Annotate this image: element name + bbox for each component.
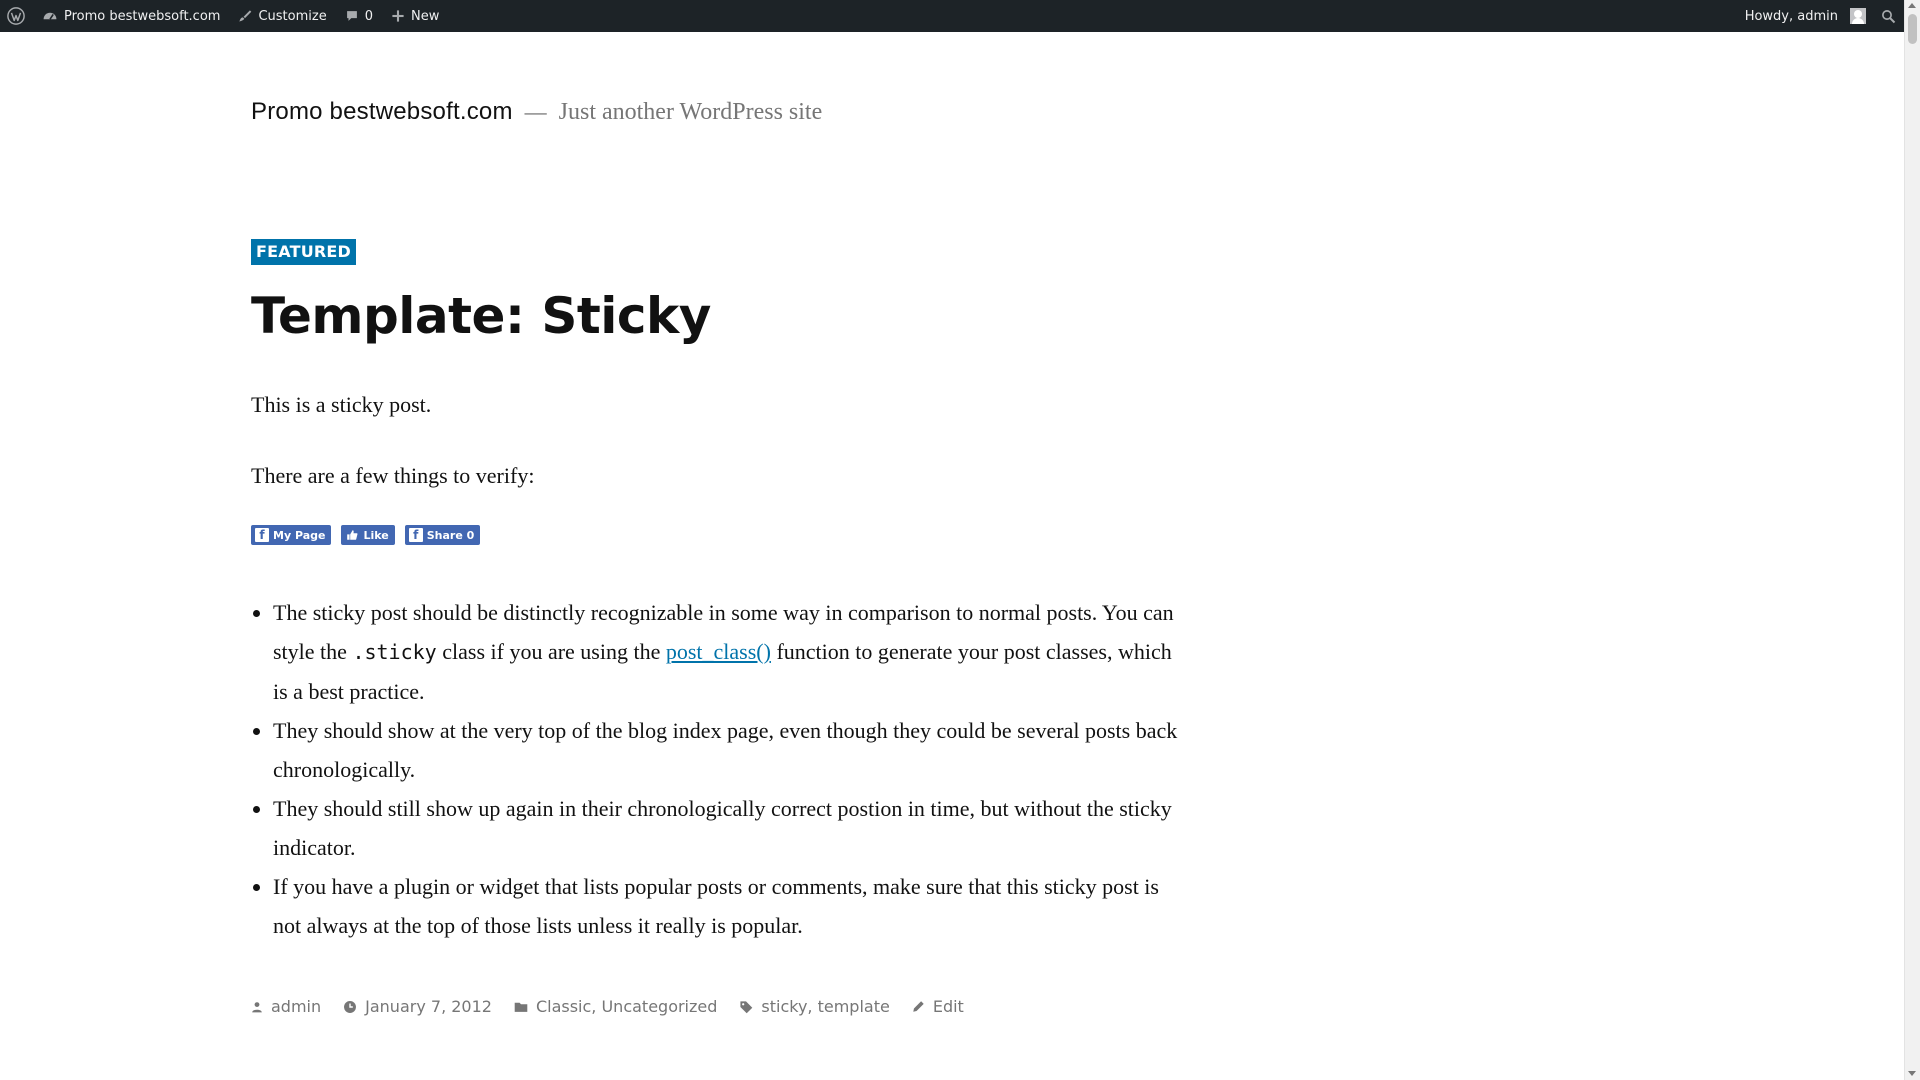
post-article: FEATURED Template: Sticky This is a stic… [251, 239, 1181, 1016]
tag-icon [740, 1000, 753, 1013]
admin-bar-left: Promo bestwebsoft.com Customize 0 New [0, 0, 448, 32]
admin-bar-right: Howdy, admin [1736, 0, 1920, 32]
like-label: Like [363, 528, 389, 542]
new-label: New [410, 8, 440, 24]
brush-icon [239, 10, 252, 22]
comments-count: 0 [364, 8, 373, 24]
facebook-icon: f [408, 528, 423, 542]
clock-icon [344, 1000, 357, 1013]
sticky-code: .sticky [352, 640, 437, 664]
new-content-link[interactable]: New [382, 0, 448, 32]
facebook-my-page-button[interactable]: f My Page [251, 525, 332, 545]
facebook-like-button[interactable]: Like [341, 525, 395, 545]
site-name-label: Promo bestwebsoft.com [64, 8, 221, 24]
my-page-label: My Page [273, 528, 326, 542]
featured-badge: FEATURED [251, 239, 357, 265]
site-name-link[interactable]: Promo bestwebsoft.com [33, 0, 229, 32]
facebook-share-button[interactable]: f Share 0 [404, 525, 481, 545]
customize-label: Customize [258, 8, 327, 24]
customize-link[interactable]: Customize [229, 0, 335, 32]
plus-icon [392, 10, 404, 22]
avatar [1850, 8, 1866, 24]
pencil-icon [913, 1001, 924, 1012]
facebook-share-buttons: f My Page Like f Share 0 [251, 525, 1181, 545]
facebook-icon: f [255, 528, 269, 542]
person-icon [252, 1001, 262, 1012]
share-label: Share 0 [426, 528, 475, 542]
list-item: They should still show up again in their… [273, 789, 1181, 867]
site-title-link[interactable]: Promo bestwebsoft.com [251, 98, 513, 126]
dashboard-icon [43, 12, 57, 20]
post-edit: Edit [912, 997, 964, 1016]
comments-link[interactable]: 0 [336, 0, 382, 32]
list-item: The sticky post should be distinctly rec… [273, 593, 1181, 711]
tags-link[interactable]: sticky, template [761, 997, 889, 1016]
entry-footer: admin January 7, 2012 Classic, Uncategor… [251, 997, 1181, 1016]
site-title-separator: — [524, 99, 547, 124]
site-description: Just another WordPress site [558, 99, 823, 125]
page-scrollbar[interactable] [1904, 0, 1920, 1080]
post-title: Template: Sticky [251, 287, 711, 345]
comment-icon [346, 11, 357, 21]
post-paragraph: This is a sticky post. [251, 392, 432, 417]
post-tags: sticky, template [739, 997, 890, 1016]
post-categories: Classic, Uncategorized [514, 997, 717, 1016]
author-link[interactable]: admin [271, 997, 321, 1016]
folder-icon [514, 1002, 528, 1012]
site-header: Promo bestwebsoft.com — Just another Wor… [251, 98, 822, 126]
wordpress-menu[interactable] [0, 0, 33, 32]
my-account-link[interactable]: Howdy, admin [1736, 0, 1872, 32]
post-bullet-list: The sticky post should be distinctly rec… [251, 593, 1181, 945]
scrollbar-thumb[interactable] [1908, 14, 1917, 44]
scroll-up-arrow[interactable] [1908, 3, 1916, 8]
list-item: They should show at the very top of the … [273, 711, 1181, 789]
post-date: January 7, 2012 [343, 997, 492, 1016]
scroll-down-arrow[interactable] [1908, 1071, 1916, 1076]
categories-link[interactable]: Classic, Uncategorized [536, 997, 717, 1016]
list-item: If you have a plugin or widget that list… [273, 867, 1181, 945]
date-link[interactable]: January 7, 2012 [365, 997, 492, 1016]
search-icon [1882, 9, 1896, 23]
list-item-text: class if you are using the [436, 639, 666, 664]
post-content: This is a sticky post. There are a few t… [251, 385, 1181, 945]
post-class-link[interactable]: post_class() [666, 639, 771, 664]
post-author: admin [251, 997, 321, 1016]
edit-link[interactable]: Edit [933, 997, 964, 1016]
post-paragraph: There are a few things to verify: [251, 463, 535, 488]
admin-bar: Promo bestwebsoft.com Customize 0 New Ho… [0, 0, 1920, 32]
greeting-label: Howdy, admin [1744, 8, 1838, 24]
wordpress-logo-icon [7, 7, 25, 25]
thumbs-up-icon [345, 528, 359, 542]
